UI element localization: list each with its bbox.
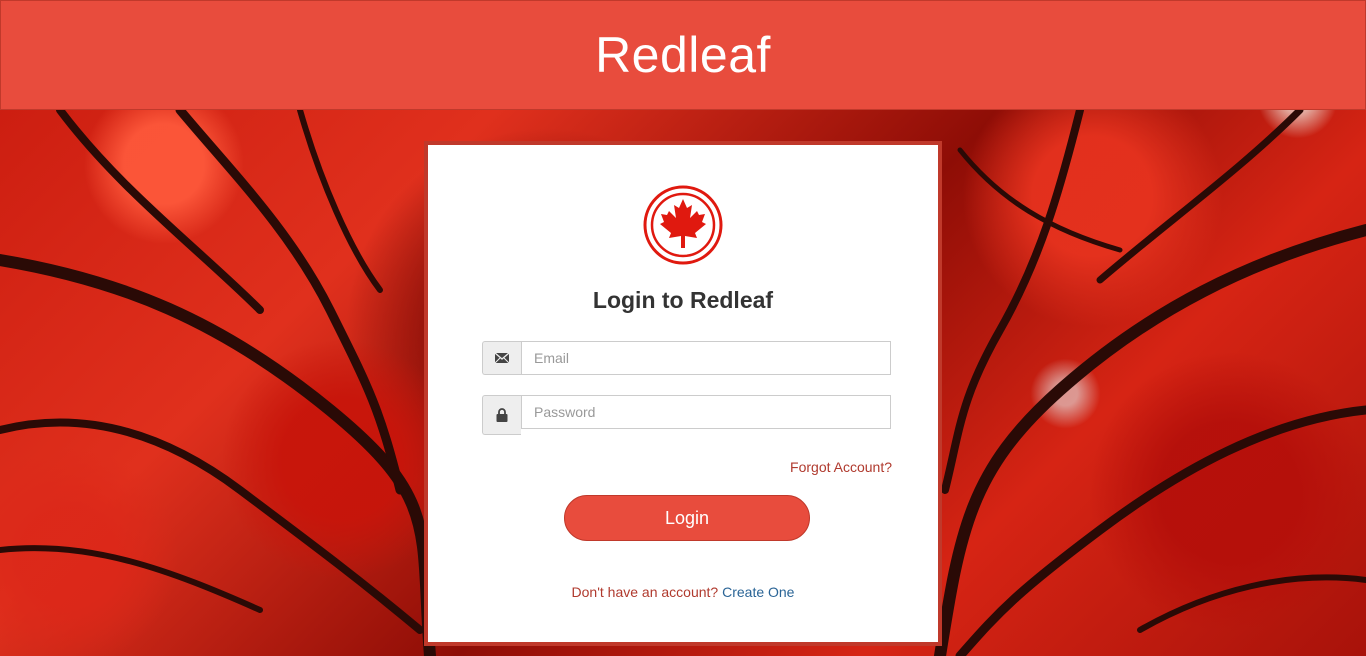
top-header-bar: Redleaf <box>0 0 1366 110</box>
envelope-icon <box>482 341 521 375</box>
password-field-group <box>482 395 892 435</box>
login-button[interactable]: Login <box>564 495 810 541</box>
password-input[interactable] <box>521 395 891 429</box>
login-card: Login to Redleaf Forgot Account? Login D… <box>424 141 942 646</box>
forgot-account-link[interactable]: Forgot Account? <box>790 459 892 475</box>
email-input[interactable] <box>521 341 891 375</box>
signup-prompt-text: Don't have an account? <box>571 584 719 600</box>
maple-leaf-icon <box>643 185 723 265</box>
lock-icon <box>482 395 521 435</box>
email-field-group <box>482 341 892 375</box>
signup-prompt: Don't have an account? Create One <box>428 584 938 600</box>
app-title: Redleaf <box>595 27 771 83</box>
create-account-link[interactable]: Create One <box>722 584 794 600</box>
login-heading: Login to Redleaf <box>592 287 774 313</box>
